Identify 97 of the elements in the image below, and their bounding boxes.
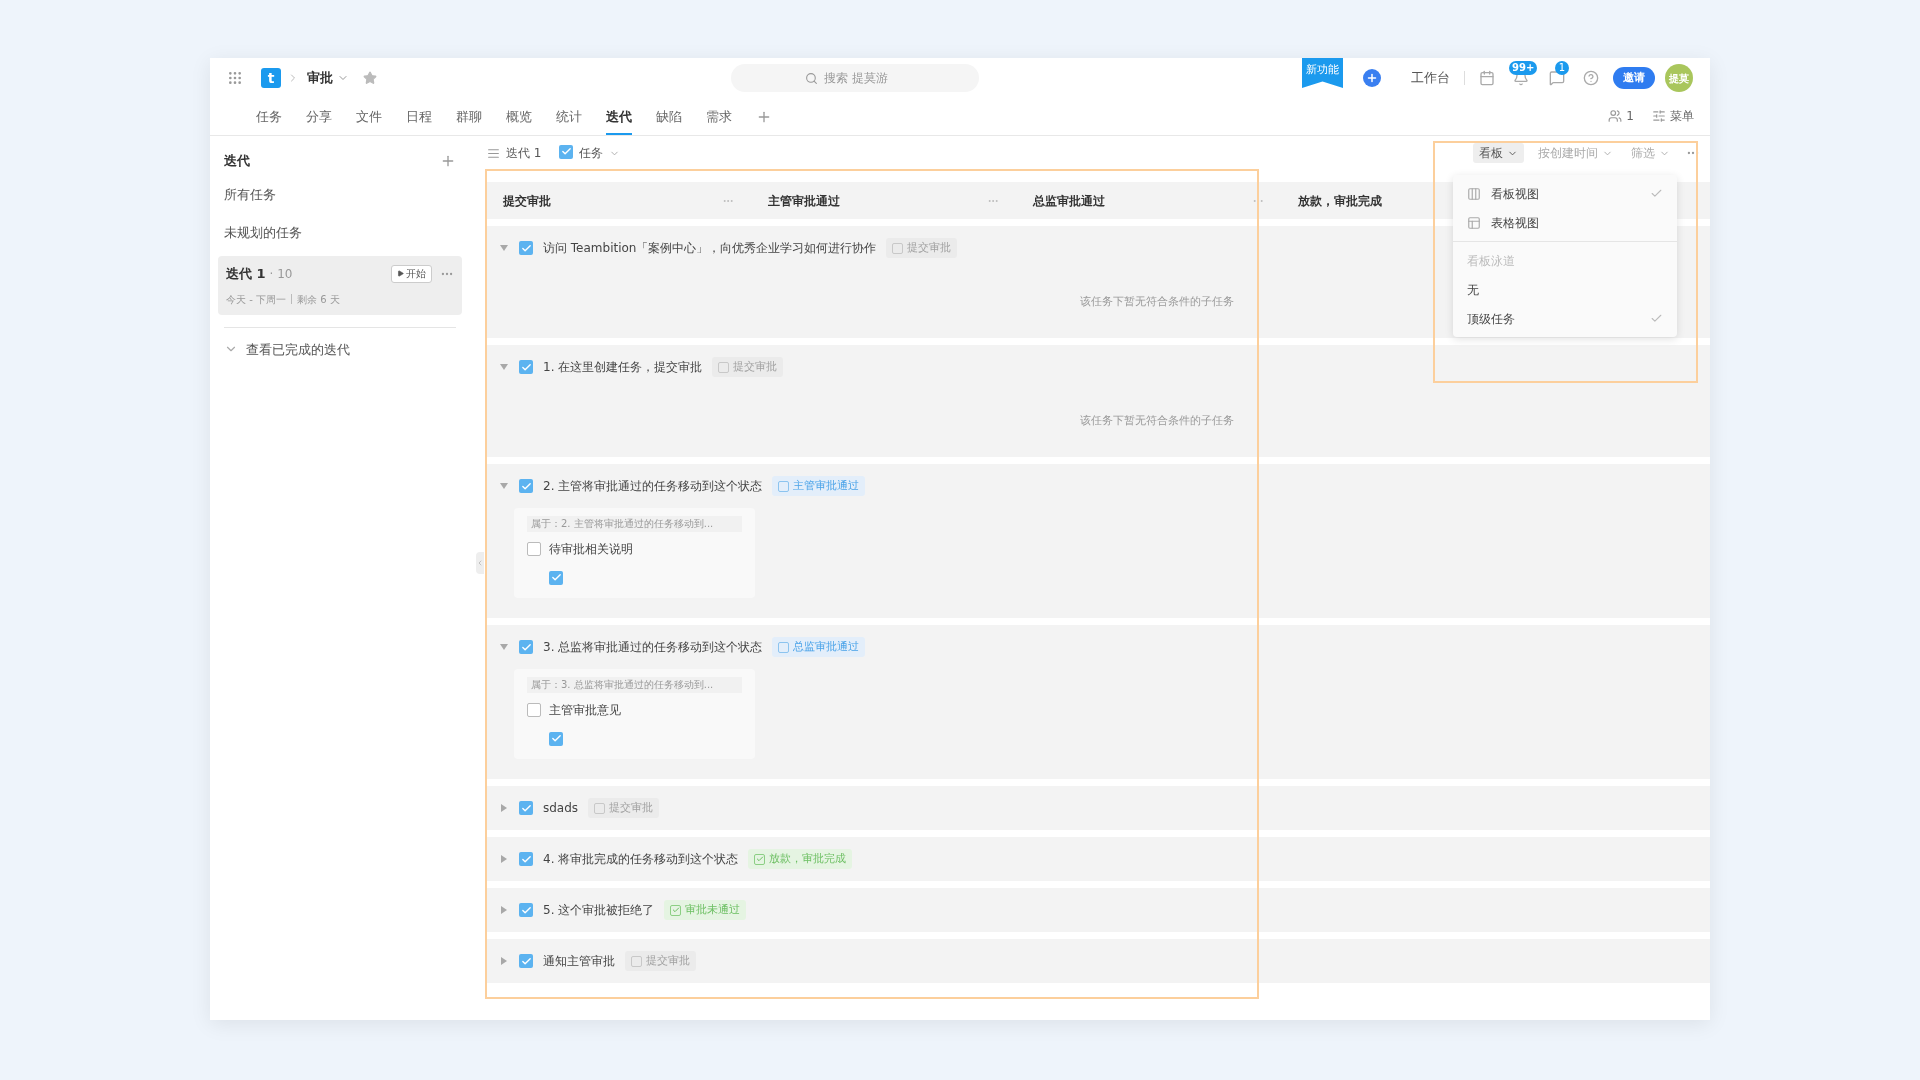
column-header: 放款，审批完成 [1298, 192, 1382, 210]
plus-icon [1366, 72, 1378, 84]
task-title[interactable]: 2. 主管将审批通过的任务移动到这个状态 [543, 477, 763, 495]
status-tag: 主管审批通过 [772, 476, 866, 496]
parent-task-label: 属于：3. 总监将审批通过的任务移动到... [527, 677, 742, 693]
column-header: 总监审批通过 [1033, 192, 1105, 210]
task-checkbox[interactable] [519, 801, 533, 815]
search-icon [805, 71, 818, 85]
nav-tab[interactable]: 分享 [306, 101, 332, 135]
check-icon [755, 855, 764, 863]
sidebar-item[interactable]: 所有任务 [218, 176, 462, 214]
task-title[interactable]: 4. 将审批完成的任务移动到这个状态 [543, 850, 739, 868]
add-button[interactable] [1363, 69, 1381, 87]
members-icon[interactable] [1608, 109, 1623, 123]
column-header: 主管审批通过 [768, 192, 840, 210]
parent-task-label: 属于：2. 主管将审批通过的任务移动到... [527, 516, 742, 532]
status-tag: 提交审批 [588, 798, 660, 818]
menu-section-title: 看板泳道 [1466, 252, 1516, 270]
table-view-icon [1467, 215, 1481, 230]
nav-tab[interactable]: 迭代 [606, 101, 632, 135]
status-tag: 放款，审批完成 [748, 849, 853, 869]
empty-subtask-note: 该任务下暂无符合条件的子任务 [1080, 295, 1234, 308]
member-count[interactable]: 1 [1626, 107, 1634, 125]
invite-button[interactable]: 邀请 [1613, 67, 1655, 89]
subtask-title[interactable]: 主管审批意见 [549, 701, 621, 719]
task-title[interactable]: 3. 总监将审批通过的任务移动到这个状态 [543, 638, 763, 656]
subtask-title[interactable]: 待审批相关说明 [549, 540, 633, 558]
board-view-icon [1467, 186, 1481, 201]
nav-tab[interactable]: 需求 [706, 101, 732, 135]
workbench-link[interactable]: 工作台 [1411, 68, 1450, 88]
nav-tab[interactable]: 统计 [556, 101, 582, 135]
add-tab-icon[interactable] [756, 109, 772, 125]
start-button[interactable]: 开始 [391, 264, 432, 283]
completed-iterations-link[interactable]: 查看已完成的迭代 [218, 339, 462, 359]
iteration-remaining: 剩余 6 天 [296, 292, 340, 307]
help-icon[interactable] [1583, 70, 1599, 86]
task-checkbox[interactable] [519, 852, 533, 866]
search-field[interactable]: 搜索 提莫游 [730, 64, 979, 92]
expand-caret-icon[interactable] [499, 854, 509, 864]
expand-caret-icon[interactable] [499, 956, 509, 966]
check-icon [671, 906, 680, 914]
expand-caret-icon[interactable] [499, 803, 509, 813]
notification-badge: 99+ [1509, 61, 1538, 75]
apps-grid-icon[interactable] [227, 70, 243, 86]
message-badge: 1 [1555, 61, 1569, 75]
message-icon[interactable] [1549, 70, 1565, 86]
task-checkbox[interactable] [519, 479, 533, 493]
column-header: 提交审批 [503, 192, 551, 210]
collapse-caret-icon[interactable] [499, 481, 509, 491]
nav-tab[interactable]: 群聊 [456, 101, 482, 135]
status-tag: 提交审批 [886, 238, 958, 258]
task-title[interactable]: 5. 这个审批被拒绝了 [543, 901, 655, 919]
nav-tab[interactable]: 日程 [406, 101, 432, 135]
task-type-checkbox[interactable] [549, 570, 563, 585]
task-title[interactable]: 1. 在这里创建任务，提交审批 [543, 358, 703, 376]
sidebar-item[interactable]: 未规划的任务 [218, 214, 462, 252]
expand-caret-icon[interactable] [499, 905, 509, 915]
sidebar-collapse-handle[interactable] [476, 552, 484, 574]
collapse-caret-icon[interactable] [499, 362, 509, 372]
project-name[interactable]: 审批 [307, 68, 333, 88]
status-tag: 提交审批 [712, 357, 784, 377]
calendar-icon[interactable] [1479, 70, 1495, 86]
view-option[interactable]: 看板视图 [1453, 179, 1677, 208]
task-type-label[interactable]: 任务 [579, 144, 604, 162]
nav-tab[interactable]: 任务 [256, 101, 282, 135]
breadcrumb-iteration[interactable]: 迭代 1 [506, 144, 542, 162]
empty-subtask-note: 该任务下暂无符合条件的子任务 [1080, 414, 1234, 427]
task-title[interactable]: sdads [543, 799, 579, 817]
view-dropdown[interactable]: 看板 [1473, 143, 1524, 163]
task-checkbox[interactable] [519, 360, 533, 374]
task-title[interactable]: 通知主管审批 [543, 952, 615, 970]
nav-tab[interactable]: 文件 [356, 101, 382, 135]
outline-toggle-icon[interactable] [487, 146, 500, 160]
subtask-checkbox[interactable] [527, 542, 541, 556]
subtask-card[interactable]: 属于：3. 总监将审批通过的任务移动到... 主管审批意见 [514, 669, 755, 759]
subtask-card[interactable]: 属于：2. 主管将审批通过的任务移动到... 待审批相关说明 [514, 508, 755, 598]
task-checkbox[interactable] [519, 640, 533, 654]
status-tag: 审批未通过 [664, 900, 747, 920]
iteration-count: · 10 [269, 265, 293, 283]
collapse-caret-icon[interactable] [499, 642, 509, 652]
add-iteration-icon[interactable] [440, 153, 456, 169]
nav-tab[interactable]: 缺陷 [656, 101, 682, 135]
task-type-checkbox[interactable] [549, 731, 563, 746]
menu-icon[interactable] [1652, 109, 1666, 123]
subtask-checkbox[interactable] [527, 703, 541, 717]
iteration-name: 迭代 1 [226, 265, 266, 283]
star-icon[interactable] [363, 71, 377, 85]
menu-link[interactable]: 菜单 [1670, 107, 1694, 125]
task-checkbox[interactable] [519, 903, 533, 917]
sidebar-title: 迭代 [224, 152, 250, 171]
task-type-checkbox[interactable] [559, 144, 574, 159]
play-icon [397, 270, 404, 278]
status-tag: 总监审批通过 [772, 637, 866, 657]
task-checkbox[interactable] [519, 954, 533, 968]
status-tag: 提交审批 [625, 951, 696, 971]
search-input[interactable]: 搜索 提莫游 [824, 69, 904, 87]
nav-tab[interactable]: 概览 [506, 101, 532, 135]
